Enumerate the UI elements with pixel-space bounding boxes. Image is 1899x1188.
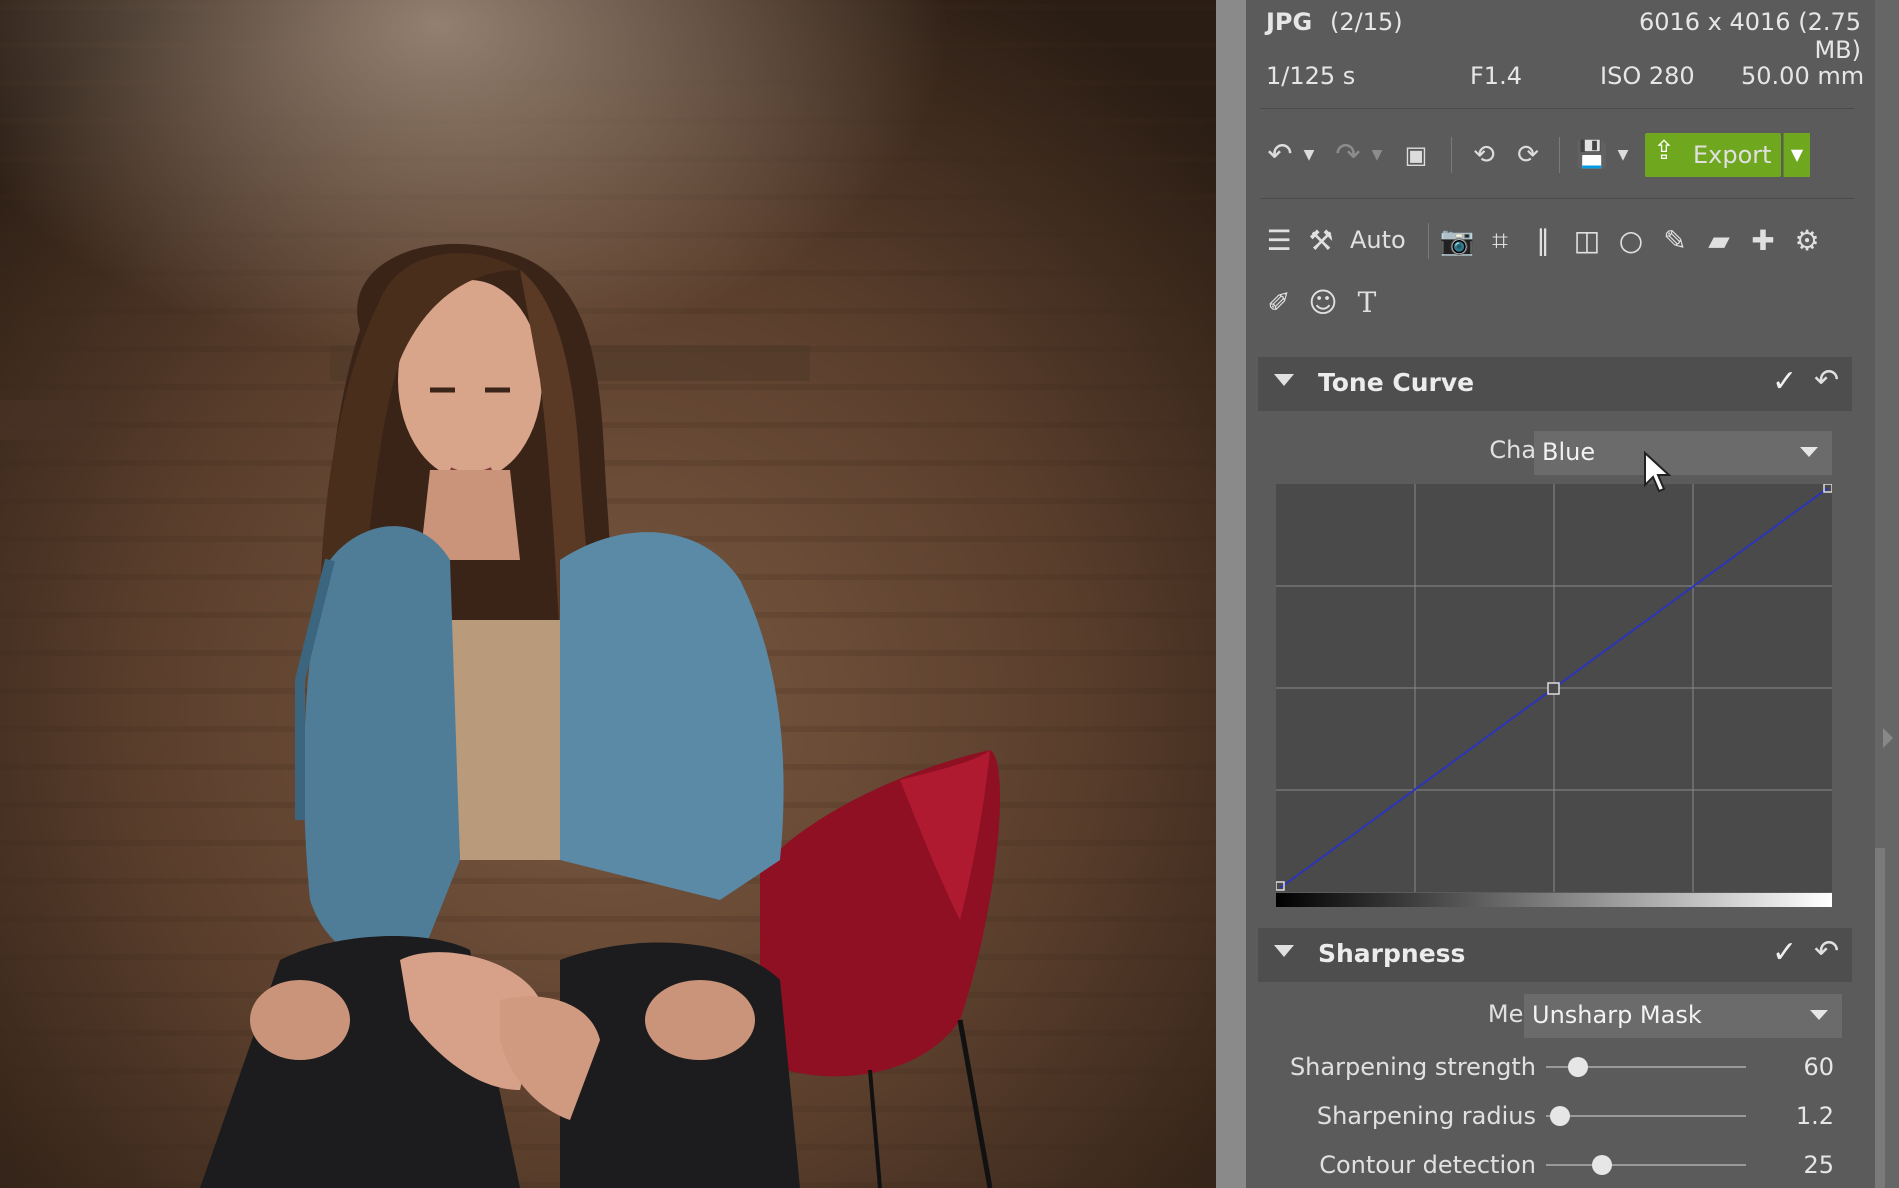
export-button[interactable]: ⇪ Export: [1645, 133, 1781, 177]
export-icon: ⇪: [1653, 136, 1675, 166]
photo-illustration: [0, 243, 1000, 1188]
adjustments-sliders-icon[interactable]: ☰: [1260, 222, 1298, 260]
export-dropdown-button[interactable]: ▼: [1783, 133, 1810, 177]
luminance-gradient-bar: [1276, 893, 1832, 907]
tone-curve-graph[interactable]: [1276, 484, 1832, 892]
slider-track[interactable]: [1546, 1115, 1746, 1117]
reset-icon[interactable]: ↶: [1814, 934, 1839, 969]
edit-panel: JPG (2/15) 6016 x 4016 (2.75 MB) 1/125 s…: [1246, 0, 1875, 1188]
collapse-triangle-icon[interactable]: [1274, 374, 1294, 386]
exif-aperture: F1.4: [1470, 62, 1522, 90]
graduated-filter-icon[interactable]: ◫: [1568, 222, 1606, 260]
gear-icon[interactable]: ⚙: [1788, 222, 1826, 260]
undo-history-dropdown-icon[interactable]: ▼: [1300, 136, 1318, 174]
file-dimensions: 6016 x 4016 (2.75 MB): [1638, 8, 1861, 64]
slider-label: Sharpening radius: [1316, 1102, 1536, 1130]
brush-icon[interactable]: ✎: [1656, 222, 1694, 260]
channel-select[interactable]: Blue: [1534, 431, 1832, 475]
slider-value: 25: [1803, 1151, 1834, 1179]
slider-label: Contour detection: [1319, 1151, 1536, 1179]
panel-scroll-gutter[interactable]: [1875, 0, 1899, 1188]
slider-handle[interactable]: [1568, 1057, 1588, 1077]
slider-handle[interactable]: [1592, 1155, 1612, 1175]
rotate-left-icon[interactable]: ⟲: [1464, 136, 1504, 174]
channel-value: Blue: [1542, 438, 1596, 466]
slider-track[interactable]: [1546, 1164, 1746, 1166]
slider-label: Sharpening strength: [1289, 1053, 1536, 1081]
export-label: Export: [1693, 141, 1772, 169]
toolbar-separator: [1559, 137, 1560, 173]
perspective-icon[interactable]: ∥: [1524, 222, 1562, 260]
reset-icon[interactable]: ↶: [1814, 363, 1839, 398]
expand-panel-arrow-icon[interactable]: [1883, 728, 1893, 748]
slider-value: 1.2: [1795, 1102, 1834, 1130]
toolbar-separator: [1451, 137, 1452, 173]
toolbar-separator: [1428, 223, 1429, 259]
scrollbar-thumb[interactable]: [1875, 848, 1885, 1188]
curve-point-mid[interactable]: [1547, 682, 1560, 695]
undo-icon[interactable]: ↶: [1260, 136, 1300, 174]
rotate-right-icon[interactable]: ⟳: [1508, 136, 1548, 174]
divider: [1260, 108, 1854, 109]
chevron-down-icon: [1800, 447, 1818, 457]
file-index: (2/15): [1330, 8, 1403, 36]
camera-icon[interactable]: 📷: [1438, 222, 1476, 260]
enable-checkmark-icon[interactable]: ✓: [1772, 364, 1797, 399]
face-retouch-icon[interactable]: ☺: [1304, 284, 1342, 322]
slider-value: 60: [1803, 1053, 1834, 1081]
method-value: Unsharp Mask: [1532, 1001, 1702, 1029]
text-icon[interactable]: T: [1348, 284, 1386, 322]
panel-separator: [1216, 0, 1246, 1188]
tone-curve-title: Tone Curve: [1318, 368, 1475, 397]
radial-filter-icon[interactable]: ○: [1612, 222, 1650, 260]
pen-icon[interactable]: ✐: [1260, 284, 1298, 322]
eraser-icon[interactable]: ▰: [1700, 222, 1738, 260]
save-icon[interactable]: 💾: [1572, 136, 1612, 174]
exif-shutter: 1/125 s: [1266, 62, 1356, 90]
auto-button[interactable]: Auto: [1350, 226, 1406, 254]
sharpness-title: Sharpness: [1318, 939, 1466, 968]
exif-iso: ISO 280: [1600, 62, 1695, 90]
exif-focal: 50.00 mm: [1741, 62, 1865, 90]
method-select[interactable]: Unsharp Mask: [1524, 994, 1842, 1038]
redo-history-dropdown-icon[interactable]: ▼: [1368, 136, 1386, 174]
bandage-icon[interactable]: ✚: [1744, 222, 1782, 260]
mouse-cursor-icon: [1644, 451, 1671, 493]
slider-handle[interactable]: [1550, 1106, 1570, 1126]
file-format: JPG: [1266, 8, 1313, 36]
crop-icon[interactable]: ⌗: [1481, 222, 1519, 260]
tone-curve-header[interactable]: Tone Curve ✓ ↶: [1258, 357, 1852, 411]
redo-icon[interactable]: ↷: [1328, 136, 1368, 174]
save-dropdown-icon[interactable]: ▼: [1614, 136, 1632, 174]
chevron-down-icon: [1810, 1010, 1828, 1020]
sharpness-header[interactable]: Sharpness ✓ ↶: [1258, 928, 1852, 982]
divider: [1260, 198, 1854, 199]
enable-checkmark-icon[interactable]: ✓: [1772, 935, 1797, 970]
compare-image-icon[interactable]: ▣: [1396, 136, 1436, 174]
photo-preview[interactable]: [0, 0, 1216, 1188]
magic-wand-icon[interactable]: ⚒: [1302, 222, 1340, 260]
collapse-triangle-icon[interactable]: [1274, 945, 1294, 957]
